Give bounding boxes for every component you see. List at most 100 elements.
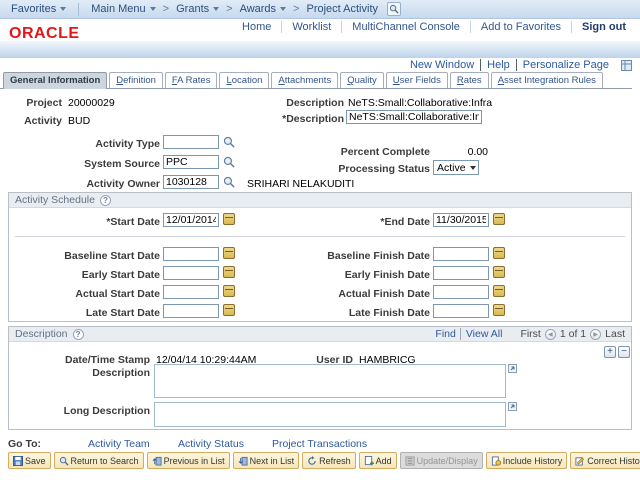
tab-bar: General Information Definition FA Rates …	[0, 72, 632, 89]
description-display-value: NeTS:Small:Collaborative:Infra	[348, 97, 492, 109]
breadcrumb-grants[interactable]: Grants	[171, 3, 224, 15]
actual-start-date-input[interactable]	[163, 285, 219, 299]
add-button[interactable]: Add	[359, 452, 397, 469]
tab-general-information[interactable]: General Information	[3, 72, 107, 89]
breadcrumb-awards[interactable]: Awards	[235, 3, 291, 15]
page-actions: New Window Help Personalize Page	[404, 59, 632, 71]
breadcrumb-separator: >	[161, 3, 171, 15]
late-start-date-input[interactable]	[163, 304, 219, 318]
description-expand-icon[interactable]	[508, 364, 517, 373]
activity-type-input[interactable]	[163, 135, 219, 149]
long-description-textarea[interactable]	[154, 402, 506, 427]
multichannel-console-link[interactable]: MultiChannel Console	[341, 21, 470, 33]
early-start-calendar-icon[interactable]	[223, 266, 235, 278]
actual-start-calendar-icon[interactable]	[223, 285, 235, 297]
tab-quality[interactable]: Quality	[340, 72, 384, 88]
view-all-link[interactable]: View All	[460, 328, 503, 340]
baseline-finish-date-input[interactable]	[433, 247, 489, 261]
return-to-search-button[interactable]: Return to Search	[54, 452, 144, 469]
activity-status-link[interactable]: Activity Status	[178, 438, 244, 450]
previous-in-list-button-label: Previous in List	[164, 456, 225, 466]
next-in-list-button[interactable]: Next in List	[233, 452, 300, 469]
activity-schedule-header: Activity Schedule ?	[9, 193, 631, 208]
description-field-label: Description	[9, 367, 150, 379]
chevron-down-icon	[60, 7, 66, 11]
personalize-page-link[interactable]: Personalize Page	[516, 59, 615, 71]
early-start-date-input[interactable]	[163, 266, 219, 280]
previous-row-icon[interactable]: ◀	[545, 329, 556, 340]
activity-owner-input[interactable]	[163, 175, 219, 189]
breadcrumb-search-icon[interactable]	[387, 2, 401, 16]
save-button-label: Save	[25, 456, 46, 466]
baseline-start-calendar-icon[interactable]	[223, 247, 235, 259]
find-link[interactable]: Find	[435, 328, 455, 340]
start-date-calendar-icon[interactable]	[223, 213, 235, 225]
toolbar: Save Return to Search Previous in List N…	[8, 452, 640, 469]
include-history-icon	[491, 456, 501, 466]
include-history-button[interactable]: Include History	[486, 452, 568, 469]
late-finish-calendar-icon[interactable]	[493, 304, 505, 316]
home-link[interactable]: Home	[232, 21, 281, 33]
goto-label: Go To:	[8, 438, 41, 450]
personalize-grid-icon[interactable]	[621, 60, 632, 71]
start-date-input[interactable]	[163, 213, 219, 227]
help-icon[interactable]: ?	[73, 329, 84, 340]
tab-rates[interactable]: Rates	[450, 72, 489, 88]
project-transactions-link[interactable]: Project Transactions	[272, 438, 367, 450]
chevron-down-icon	[280, 7, 286, 11]
activity-type-lookup-icon[interactable]	[223, 136, 235, 148]
refresh-button[interactable]: Refresh	[302, 452, 356, 469]
tab-attachments[interactable]: Attachments	[271, 72, 338, 88]
datetime-stamp-label: Date/Time Stamp	[9, 354, 150, 366]
description-textarea[interactable]	[154, 364, 506, 398]
worklist-link[interactable]: Worklist	[281, 21, 341, 33]
end-date-calendar-icon[interactable]	[493, 213, 505, 225]
early-finish-calendar-icon[interactable]	[493, 266, 505, 278]
activity-team-link[interactable]: Activity Team	[88, 438, 150, 450]
breadcrumb-main-menu[interactable]: Main Menu	[86, 3, 160, 15]
tab-fa-rates[interactable]: FA Rates	[165, 72, 218, 88]
breadcrumb-favorites[interactable]: Favorites	[6, 3, 71, 15]
sign-out-link[interactable]: Sign out	[571, 21, 636, 33]
save-button[interactable]: Save	[8, 452, 51, 469]
early-finish-date-input[interactable]	[433, 266, 489, 280]
late-start-calendar-icon[interactable]	[223, 304, 235, 316]
refresh-icon	[307, 456, 317, 466]
correct-history-button[interactable]: Correct History	[570, 452, 640, 469]
description-title: Description	[15, 328, 68, 340]
new-window-link[interactable]: New Window	[404, 59, 480, 71]
update-display-icon	[405, 456, 415, 466]
schedule-divider	[15, 236, 625, 237]
baseline-finish-calendar-icon[interactable]	[493, 247, 505, 259]
return-to-search-icon	[59, 456, 69, 466]
add-to-favorites-link[interactable]: Add to Favorites	[470, 21, 571, 33]
processing-status-select[interactable]: Active	[433, 160, 479, 175]
activity-owner-lookup-icon[interactable]	[223, 176, 235, 188]
baseline-start-date-input[interactable]	[163, 247, 219, 261]
description-nav: Find View All First ◀ 1 of 1 ▶ Last	[435, 328, 625, 340]
tab-asset-integration-rules[interactable]: Asset Integration Rules	[491, 72, 603, 88]
late-finish-date-input[interactable]	[433, 304, 489, 318]
help-link[interactable]: Help	[480, 59, 516, 71]
system-source-input[interactable]	[163, 155, 219, 169]
breadcrumb-grants-label: Grants	[176, 3, 209, 15]
system-source-lookup-icon[interactable]	[223, 156, 235, 168]
actual-finish-date-input[interactable]	[433, 285, 489, 299]
delete-row-button[interactable]: −	[618, 346, 630, 358]
activity-owner-name: SRIHARI NELAKUDITI	[247, 178, 354, 190]
tab-user-fields[interactable]: User Fields	[386, 72, 448, 88]
actual-finish-calendar-icon[interactable]	[493, 285, 505, 297]
description-input[interactable]	[346, 110, 482, 124]
previous-in-list-button[interactable]: Previous in List	[147, 452, 230, 469]
early-start-date-label: Early Start Date	[9, 269, 160, 281]
help-icon[interactable]: ?	[100, 195, 111, 206]
next-row-icon[interactable]: ▶	[590, 329, 601, 340]
tab-definition[interactable]: Definition	[109, 72, 163, 88]
breadcrumb-project-activity-label: Project Activity	[306, 3, 378, 15]
tab-location[interactable]: Location	[219, 72, 269, 88]
add-row-button[interactable]: +	[604, 346, 616, 358]
project-label: Project	[8, 97, 62, 109]
end-date-input[interactable]	[433, 213, 489, 227]
activity-label: Activity	[8, 115, 62, 127]
long-description-expand-icon[interactable]	[508, 402, 517, 411]
